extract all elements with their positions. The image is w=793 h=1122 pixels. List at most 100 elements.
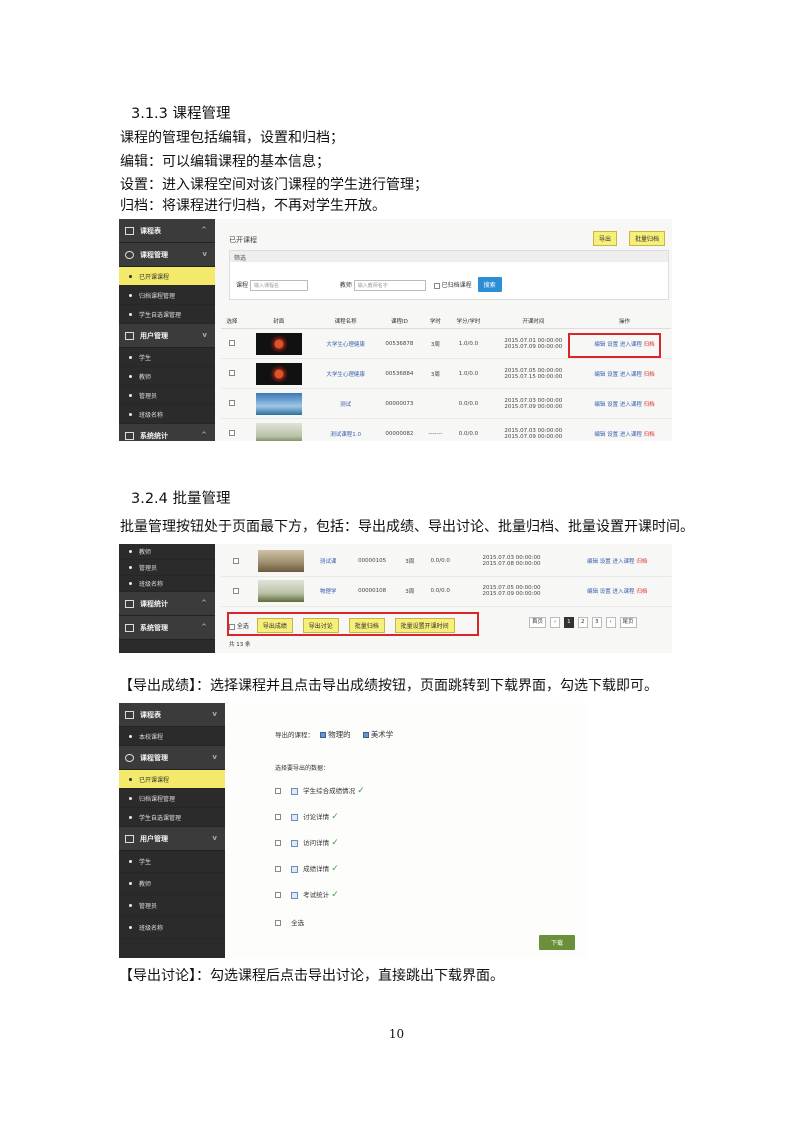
sidebar-item-open-courses[interactable]: 已开课课程 [119, 770, 233, 789]
course-name-link[interactable]: 大学生心理健康 [314, 358, 377, 389]
archive-link[interactable]: 归档 [636, 589, 647, 595]
archive-link[interactable]: 归档 [644, 372, 655, 378]
sidebar-item-archived-courses[interactable]: 归档课程管理 [119, 789, 225, 808]
sidebar-item-school-courses[interactable]: 本校课程 [119, 727, 225, 746]
settings-link[interactable]: 设置 [607, 372, 618, 378]
export-button[interactable]: 导出 [593, 231, 618, 246]
paragraph-line: 设置：进入课程空间对该门课程的学生进行管理； [120, 177, 428, 193]
course-name-link[interactable]: 物理学 [311, 576, 346, 607]
course-name-link[interactable]: 测试课程1.0 [314, 418, 377, 441]
sidebar-item-classes[interactable]: 班级名称 [119, 917, 225, 939]
course-hours: 3周 [398, 576, 421, 607]
export-panel: 导出的课程： 物理的 美术学 选择要导出的数据： 学生综合成绩情况 ✓ 讨论详情… [225, 703, 587, 958]
settings-link[interactable]: 设置 [607, 432, 618, 438]
page-2-button[interactable]: 2 [577, 617, 588, 628]
sidebar-group-course-statistics[interactable]: 课程统计 ^ [119, 592, 215, 616]
row-checkbox[interactable] [233, 587, 239, 594]
main-panel: 测试课 00000105 3周 0.0/0.0 2015.07.03 00:00… [215, 544, 672, 653]
sidebar-group-user-management[interactable]: 用户管理 v [119, 324, 215, 348]
sidebar-group-course-table[interactable]: 课程表 ^ [119, 219, 215, 243]
settings-link[interactable]: 设置 [600, 559, 611, 565]
batch-archive-button[interactable]: 批量归档 [628, 231, 665, 246]
sidebar-group-user-management[interactable]: 用户管理 v [119, 827, 225, 851]
pie-icon [125, 753, 134, 762]
search-button[interactable]: 搜索 [477, 277, 502, 292]
prev-page-button[interactable]: ‹ [549, 617, 560, 628]
sidebar-group-course-management[interactable]: 课程管理 v [119, 746, 225, 770]
option-checkbox[interactable] [275, 814, 281, 820]
row-checkbox[interactable] [228, 340, 235, 347]
grid-icon [125, 623, 134, 632]
select-data-label: 选择要导出的数据： [275, 765, 330, 772]
sidebar-group-statistics[interactable]: 系统统计 ^ [119, 424, 215, 441]
option-checkbox[interactable] [275, 866, 281, 872]
course-cover-image [258, 580, 304, 602]
enter-course-link[interactable]: 进入课程 [613, 559, 635, 565]
sidebar-item-admins[interactable]: 管理员 [119, 560, 215, 576]
edit-link[interactable]: 编辑 [594, 372, 605, 378]
sidebar-item-students[interactable]: 学生 [119, 851, 225, 873]
archive-link[interactable]: 归档 [644, 402, 655, 408]
first-page-button[interactable]: 首页 [529, 617, 547, 628]
sidebar-item-admins[interactable]: 管理员 [119, 895, 225, 917]
course-input[interactable]: 输入课程名 [249, 280, 308, 291]
settings-link[interactable]: 设置 [600, 589, 611, 595]
course-hours: ------- [422, 418, 449, 441]
option-checkbox[interactable] [275, 840, 281, 846]
sidebar-item-teachers[interactable]: 教师 [119, 873, 225, 895]
archive-link[interactable]: 归档 [644, 432, 655, 438]
course-checkbox[interactable] [320, 732, 327, 738]
archived-checkbox[interactable] [433, 282, 440, 289]
sidebar-item-elective-courses[interactable]: 学生自选课管理 [119, 808, 225, 827]
page-1-button[interactable]: 1 [563, 617, 574, 628]
option-checkbox[interactable] [275, 788, 281, 794]
course-name-link[interactable]: 测试课 [311, 546, 346, 577]
sidebar-item-elective-courses[interactable]: 学生自选课管理 [119, 305, 215, 324]
course-name-link[interactable]: 测试 [314, 388, 377, 419]
sidebar-item-classes[interactable]: 班级名称 [119, 576, 215, 592]
sidebar-group-system[interactable]: 系统管理 ^ [119, 616, 215, 640]
paragraph-line: 【导出讨论】：勾选课程后点击导出讨论，直接跳出下载界面。 [119, 968, 504, 984]
enter-course-link[interactable]: 进入课程 [613, 589, 635, 595]
course-end-time: 2015.07.15 00:00:00 [504, 373, 563, 380]
sidebar-item-students[interactable]: 学生 [119, 348, 215, 367]
sidebar-item-admins[interactable]: 管理员 [119, 386, 215, 405]
next-page-button[interactable]: › [605, 617, 616, 628]
option-checkbox[interactable] [275, 892, 281, 898]
row-checkbox[interactable] [228, 400, 235, 407]
settings-link[interactable]: 设置 [607, 402, 618, 408]
filter-panel: 筛选 课程 输入课程名 教师 输入教师名字 已归档课程 搜索 [229, 250, 669, 300]
select-all-checkbox[interactable] [275, 920, 281, 926]
sidebar-group-course-table[interactable]: 课程表 v [119, 703, 225, 727]
course-name: 物理的 [328, 730, 351, 739]
row-checkbox[interactable] [228, 370, 235, 377]
row-checkbox[interactable] [233, 557, 239, 564]
course-name-link[interactable]: 大学生心理健康 [314, 328, 377, 359]
sidebar-item-open-courses[interactable]: 已开课课程 [119, 267, 223, 286]
last-page-button[interactable]: 尾页 [619, 617, 637, 628]
total-count: 共 13 条 [229, 642, 251, 648]
course-checkbox[interactable] [362, 732, 369, 738]
teacher-input[interactable]: 输入教师名字 [353, 280, 426, 291]
check-mark-icon: ✓ [331, 838, 339, 848]
col-header: 封面 [242, 314, 315, 329]
archive-link[interactable]: 归档 [636, 559, 647, 565]
sidebar-item-teachers[interactable]: 教师 [119, 544, 215, 560]
edit-link[interactable]: 编辑 [594, 402, 605, 408]
enter-course-link[interactable]: 进入课程 [620, 372, 642, 378]
option-row: 考试统计 ✓ [275, 889, 339, 900]
chevron-down-icon: v [212, 834, 217, 842]
sidebar-group-course-management[interactable]: 课程管理 v [119, 243, 215, 267]
sidebar-item-classes[interactable]: 班级名称 [119, 405, 215, 424]
enter-course-link[interactable]: 进入课程 [620, 432, 642, 438]
edit-link[interactable]: 编辑 [587, 559, 598, 565]
edit-link[interactable]: 编辑 [587, 589, 598, 595]
page-3-button[interactable]: 3 [591, 617, 602, 628]
enter-course-link[interactable]: 进入课程 [620, 402, 642, 408]
row-checkbox[interactable] [228, 430, 235, 437]
sidebar-item-teachers[interactable]: 教师 [119, 367, 215, 386]
sidebar-item-archived-courses[interactable]: 归档课程管理 [119, 286, 215, 305]
download-button[interactable]: 下载 [539, 935, 576, 950]
course-credit: 0.0/0.0 [448, 388, 489, 419]
edit-link[interactable]: 编辑 [594, 432, 605, 438]
